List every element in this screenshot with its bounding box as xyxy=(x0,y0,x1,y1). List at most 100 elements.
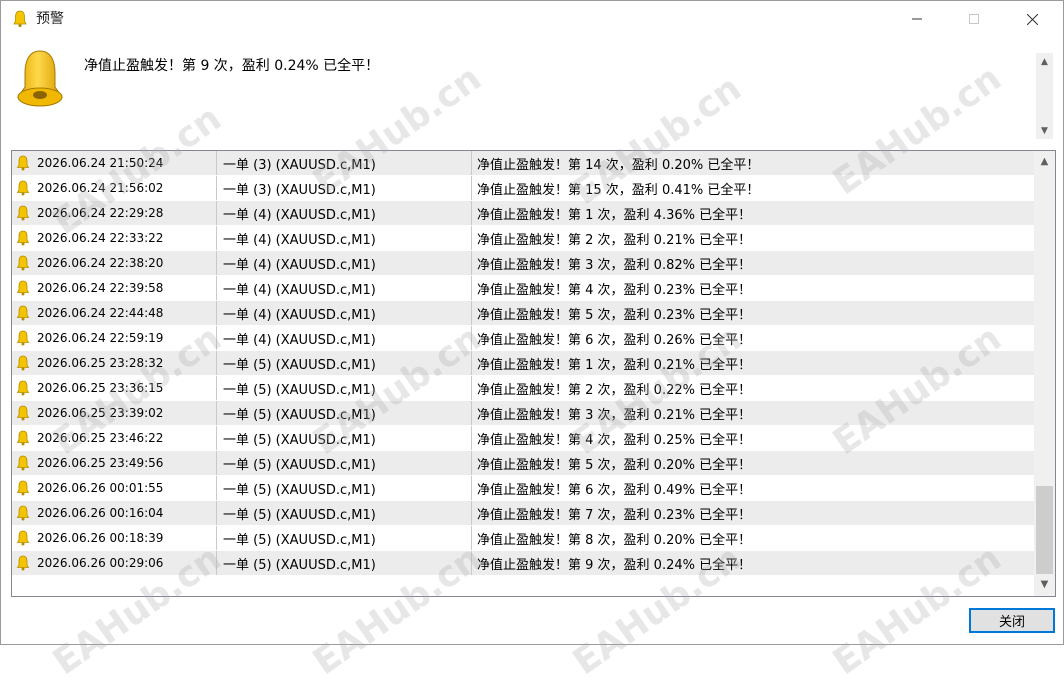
alert-text: 净值止盈触发！第 1 次，盈利 0.21% 已全平！ xyxy=(477,357,752,373)
bell-icon xyxy=(17,50,63,107)
alert-symbol-cell: 一单 (4) (XAUUSD.c,M1) xyxy=(217,301,472,325)
alert-time-cell: 2026.06.25 23:39:02 xyxy=(12,401,217,425)
table-row[interactable]: 2026.06.25 23:36:15 一单 (5) (XAUUSD.c,M1) 净… xyxy=(12,376,1034,401)
alert-header: 净值止盈触发！第 9 次，盈利 0.24% 已全平！ ▲ ▼ xyxy=(1,37,1063,141)
alert-time: 2026.06.26 00:18:39 xyxy=(37,531,164,545)
bell-icon xyxy=(16,530,30,546)
alert-text: 净值止盈触发！第 2 次，盈利 0.22% 已全平！ xyxy=(477,382,752,398)
alert-symbol: 一单 (4) (XAUUSD.c,M1) xyxy=(223,282,376,298)
table-row[interactable]: 2026.06.24 22:33:22 一单 (4) (XAUUSD.c,M1) 净… xyxy=(12,226,1034,251)
alert-text: 净值止盈触发！第 8 次，盈利 0.20% 已全平！ xyxy=(477,532,752,548)
header-scrollbar[interactable]: ▲ ▼ xyxy=(1036,53,1053,139)
alert-rows: 2026.06.24 21:50:24 一单 (3) (XAUUSD.c,M1) 净… xyxy=(12,151,1034,576)
minimize-button[interactable] xyxy=(894,1,940,37)
table-row[interactable]: 2026.06.24 21:50:24 一单 (3) (XAUUSD.c,M1) 净… xyxy=(12,151,1034,176)
alert-symbol-cell: 一单 (4) (XAUUSD.c,M1) xyxy=(217,201,472,225)
alert-text: 净值止盈触发！第 2 次，盈利 0.21% 已全平！ xyxy=(477,232,752,248)
table-row[interactable]: 2026.06.24 22:59:19 一单 (4) (XAUUSD.c,M1) 净… xyxy=(12,326,1034,351)
alert-time-cell: 2026.06.26 00:18:39 xyxy=(12,526,217,550)
alert-symbol: 一单 (5) (XAUUSD.c,M1) xyxy=(223,357,376,373)
table-row[interactable]: 2026.06.24 22:38:20 一单 (4) (XAUUSD.c,M1) 净… xyxy=(12,251,1034,276)
table-row[interactable]: 2026.06.26 00:29:06 一单 (5) (XAUUSD.c,M1) 净… xyxy=(12,551,1034,576)
alert-symbol: 一单 (5) (XAUUSD.c,M1) xyxy=(223,382,376,398)
alert-symbol: 一单 (4) (XAUUSD.c,M1) xyxy=(223,257,376,273)
alert-time-cell: 2026.06.25 23:46:22 xyxy=(12,426,217,450)
table-row[interactable]: 2026.06.26 00:18:39 一单 (5) (XAUUSD.c,M1) 净… xyxy=(12,526,1034,551)
alert-time: 2026.06.25 23:46:22 xyxy=(37,431,164,445)
alert-symbol-cell: 一单 (3) (XAUUSD.c,M1) xyxy=(217,151,472,175)
alert-symbol-cell: 一单 (5) (XAUUSD.c,M1) xyxy=(217,426,472,450)
alert-time-cell: 2026.06.24 22:39:58 xyxy=(12,276,217,300)
bell-icon xyxy=(16,205,30,221)
alert-time-cell: 2026.06.25 23:49:56 xyxy=(12,451,217,475)
alert-symbol-cell: 一单 (4) (XAUUSD.c,M1) xyxy=(217,276,472,300)
scroll-up-icon[interactable]: ▲ xyxy=(1036,53,1053,70)
bell-icon xyxy=(16,180,30,196)
minimize-icon xyxy=(912,18,922,20)
scroll-up-icon[interactable]: ▲ xyxy=(1034,151,1055,171)
alert-message-cell: 净值止盈触发！第 8 次，盈利 0.20% 已全平！ xyxy=(472,526,1034,550)
alert-symbol-cell: 一单 (5) (XAUUSD.c,M1) xyxy=(217,351,472,375)
alert-message-cell: 净值止盈触发！第 6 次，盈利 0.26% 已全平！ xyxy=(472,326,1034,350)
alert-symbol-cell: 一单 (4) (XAUUSD.c,M1) xyxy=(217,326,472,350)
table-row[interactable]: 2026.06.25 23:49:56 一单 (5) (XAUUSD.c,M1) 净… xyxy=(12,451,1034,476)
bell-icon xyxy=(16,155,30,171)
bell-icon xyxy=(16,380,30,396)
bell-icon xyxy=(16,330,30,346)
alert-time-cell: 2026.06.24 22:44:48 xyxy=(12,301,217,325)
bell-icon xyxy=(16,430,30,446)
maximize-icon xyxy=(969,14,979,24)
table-row[interactable]: 2026.06.26 00:16:04 一单 (5) (XAUUSD.c,M1) 净… xyxy=(12,501,1034,526)
scroll-thumb[interactable] xyxy=(1036,486,1053,574)
alert-message-cell: 净值止盈触发！第 7 次，盈利 0.23% 已全平！ xyxy=(472,501,1034,525)
bell-icon xyxy=(16,555,30,571)
table-row[interactable]: 2026.06.24 22:39:58 一单 (4) (XAUUSD.c,M1) 净… xyxy=(12,276,1034,301)
scroll-down-icon[interactable]: ▼ xyxy=(1034,574,1055,594)
bell-icon xyxy=(16,305,30,321)
alert-time: 2026.06.24 22:29:28 xyxy=(37,206,164,220)
table-row[interactable]: 2026.06.24 21:56:02 一单 (3) (XAUUSD.c,M1) 净… xyxy=(12,176,1034,201)
alert-message-cell: 净值止盈触发！第 2 次，盈利 0.21% 已全平！ xyxy=(472,226,1034,250)
alert-symbol: 一单 (4) (XAUUSD.c,M1) xyxy=(223,307,376,323)
close-icon xyxy=(1026,13,1038,25)
alert-symbol-cell: 一单 (5) (XAUUSD.c,M1) xyxy=(217,501,472,525)
bell-icon xyxy=(16,230,30,246)
alert-time: 2026.06.25 23:49:56 xyxy=(37,456,164,470)
table-row[interactable]: 2026.06.25 23:46:22 一单 (5) (XAUUSD.c,M1) 净… xyxy=(12,426,1034,451)
list-scrollbar[interactable]: ▲ ▼ xyxy=(1034,151,1055,596)
alert-time: 2026.06.24 21:56:02 xyxy=(37,181,164,195)
maximize-button[interactable] xyxy=(951,1,997,37)
alert-text: 净值止盈触发！第 5 次，盈利 0.23% 已全平！ xyxy=(477,307,752,323)
alert-time: 2026.06.24 22:39:58 xyxy=(37,281,164,295)
alert-message-cell: 净值止盈触发！第 15 次，盈利 0.41% 已全平！ xyxy=(472,176,1034,200)
bell-icon xyxy=(16,355,30,371)
title-bar: 预警 xyxy=(1,1,1063,37)
alert-message-cell: 净值止盈触发！第 9 次，盈利 0.24% 已全平！ xyxy=(472,551,1034,575)
table-row[interactable]: 2026.06.24 22:29:28 一单 (4) (XAUUSD.c,M1) 净… xyxy=(12,201,1034,226)
alert-time: 2026.06.24 22:59:19 xyxy=(37,331,164,345)
alert-time: 2026.06.25 23:36:15 xyxy=(37,381,164,395)
close-window-button[interactable] xyxy=(1009,1,1055,37)
alert-message-cell: 净值止盈触发！第 5 次，盈利 0.23% 已全平！ xyxy=(472,301,1034,325)
alert-time: 2026.06.24 22:38:20 xyxy=(37,256,164,270)
table-row[interactable]: 2026.06.26 00:01:55 一单 (5) (XAUUSD.c,M1) 净… xyxy=(12,476,1034,501)
alert-symbol-cell: 一单 (5) (XAUUSD.c,M1) xyxy=(217,526,472,550)
bell-icon xyxy=(16,455,30,471)
alert-list: 2026.06.24 21:50:24 一单 (3) (XAUUSD.c,M1) 净… xyxy=(11,150,1056,597)
scroll-down-icon[interactable]: ▼ xyxy=(1036,122,1053,139)
table-row[interactable]: 2026.06.25 23:28:32 一单 (5) (XAUUSD.c,M1) 净… xyxy=(12,351,1034,376)
alert-time-cell: 2026.06.26 00:29:06 xyxy=(12,551,217,575)
alert-time-cell: 2026.06.24 22:38:20 xyxy=(12,251,217,275)
table-row[interactable]: 2026.06.24 22:44:48 一单 (4) (XAUUSD.c,M1) 净… xyxy=(12,301,1034,326)
table-row[interactable]: 2026.06.25 23:39:02 一单 (5) (XAUUSD.c,M1) 净… xyxy=(12,401,1034,426)
alert-symbol-cell: 一单 (5) (XAUUSD.c,M1) xyxy=(217,401,472,425)
alert-time-cell: 2026.06.25 23:36:15 xyxy=(12,376,217,400)
alert-symbol: 一单 (4) (XAUUSD.c,M1) xyxy=(223,232,376,248)
alert-symbol: 一单 (5) (XAUUSD.c,M1) xyxy=(223,407,376,423)
alert-symbol: 一单 (5) (XAUUSD.c,M1) xyxy=(223,432,376,448)
alert-message-cell: 净值止盈触发！第 2 次，盈利 0.22% 已全平！ xyxy=(472,376,1034,400)
alert-message-cell: 净值止盈触发！第 1 次，盈利 4.36% 已全平！ xyxy=(472,201,1034,225)
alert-time: 2026.06.26 00:16:04 xyxy=(37,506,164,520)
close-button[interactable]: 关闭 xyxy=(969,608,1055,633)
bell-icon xyxy=(16,505,30,521)
